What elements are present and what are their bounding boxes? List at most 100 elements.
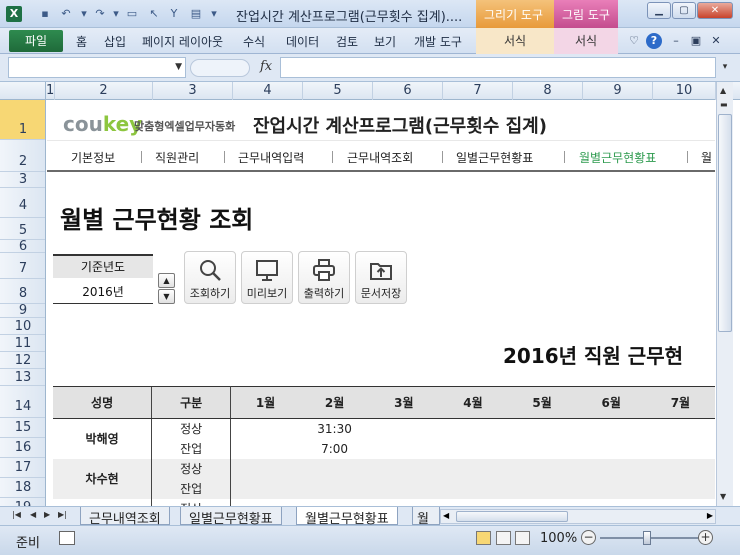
- zoom-level[interactable]: 100%: [540, 531, 577, 546]
- month-cell[interactable]: [299, 478, 370, 499]
- insert-function-icon[interactable]: fx: [260, 59, 272, 74]
- row-header[interactable]: 5: [0, 218, 45, 240]
- undo-dropdown-icon[interactable]: ▾: [76, 6, 92, 22]
- month-cell[interactable]: [299, 458, 370, 479]
- text-icon[interactable]: Y: [166, 6, 182, 22]
- zoom-in-button[interactable]: +: [698, 530, 713, 545]
- row-header[interactable]: 4: [0, 188, 45, 218]
- row-header[interactable]: 17: [0, 458, 45, 478]
- workbook-restore-icon[interactable]: ▣: [688, 33, 704, 49]
- month-cell[interactable]: [230, 498, 300, 506]
- month-cell[interactable]: [645, 438, 715, 459]
- preview-button[interactable]: 미리보기: [241, 251, 293, 304]
- split-handle[interactable]: ▬: [720, 100, 728, 109]
- column-header[interactable]: 10: [653, 82, 716, 100]
- nav-more[interactable]: 월: [701, 149, 712, 166]
- row-header[interactable]: 12: [0, 352, 45, 369]
- employee-name-cell[interactable]: 차수현: [53, 458, 152, 499]
- normal-view-icon[interactable]: [476, 531, 491, 545]
- tab-home[interactable]: 홈: [76, 33, 87, 50]
- sheet-tab-monthly-status[interactable]: 월별근무현황표: [296, 507, 398, 527]
- row-header[interactable]: 7: [0, 253, 45, 279]
- search-button[interactable]: 조회하기: [184, 251, 236, 304]
- tab-developer[interactable]: 개발 도구: [414, 33, 462, 50]
- nav-basic-info[interactable]: 기본정보: [71, 149, 115, 166]
- scroll-left-icon[interactable]: ◀: [443, 511, 449, 520]
- nav-monthly-status[interactable]: 월별근무현황표: [579, 149, 656, 166]
- month-cell[interactable]: [438, 478, 508, 499]
- row-header[interactable]: 16: [0, 438, 45, 458]
- row-header[interactable]: 8: [0, 279, 45, 304]
- row-header[interactable]: 19: [0, 498, 45, 506]
- horizontal-scrollbar[interactable]: ◀ ▶: [440, 509, 716, 524]
- row-header[interactable]: 6: [0, 240, 45, 253]
- month-cell[interactable]: [576, 458, 646, 479]
- row-header[interactable]: 3: [0, 172, 45, 188]
- tab-review[interactable]: 검토: [336, 33, 358, 50]
- vertical-scrollbar[interactable]: ▲ ▬ ▼: [716, 82, 733, 506]
- month-cell[interactable]: [645, 478, 715, 499]
- month-cell[interactable]: [507, 438, 577, 459]
- base-year-value[interactable]: 2016년: [53, 280, 153, 304]
- column-header[interactable]: 2: [55, 82, 153, 100]
- select-all-corner[interactable]: [0, 82, 46, 100]
- scroll-up-icon[interactable]: ▲: [720, 86, 726, 95]
- row-header[interactable]: 18: [0, 478, 45, 498]
- column-header[interactable]: 7: [443, 82, 513, 100]
- page-break-view-icon[interactable]: [515, 531, 530, 545]
- prev-sheet-icon[interactable]: ◀: [30, 510, 36, 519]
- tab-data[interactable]: 데이터: [286, 33, 319, 50]
- month-cell[interactable]: [507, 478, 577, 499]
- worksheet[interactable]: coukey 맞춤형엑셀업무자동화 잔업시간 계산프로그램(근무횟수 집계) 기…: [47, 100, 715, 506]
- tab-formulas[interactable]: 수식: [243, 33, 265, 50]
- vertical-scroll-thumb[interactable]: [718, 114, 732, 332]
- row-header[interactable]: 2: [0, 140, 45, 172]
- month-cell[interactable]: [230, 458, 300, 479]
- workbook-minimize-icon[interactable]: –: [668, 33, 684, 49]
- year-spin-up-button[interactable]: ▲: [158, 273, 175, 288]
- month-cell[interactable]: [369, 498, 439, 506]
- month-cell[interactable]: [230, 478, 300, 499]
- undo-icon[interactable]: ↶: [58, 6, 74, 22]
- month-cell[interactable]: [576, 498, 646, 506]
- employee-name-cell[interactable]: [53, 498, 152, 506]
- formula-expand-icon[interactable]: ▾: [718, 57, 732, 78]
- nav-work-entry[interactable]: 근무내역입력: [238, 149, 304, 166]
- tab-file[interactable]: 파일: [9, 30, 63, 52]
- nav-daily-status[interactable]: 일별근무현황표: [456, 149, 533, 166]
- sheet-tab-work-lookup[interactable]: 근무내역조회: [80, 507, 170, 527]
- month-cell[interactable]: [299, 498, 370, 506]
- type-cell[interactable]: 정상: [151, 498, 232, 506]
- month-cell[interactable]: [230, 438, 300, 459]
- month-cell[interactable]: [438, 498, 508, 506]
- formula-input[interactable]: [280, 57, 716, 78]
- tab-picture-format[interactable]: 서식: [554, 28, 618, 54]
- row-header[interactable]: 14: [0, 386, 45, 418]
- column-header[interactable]: 4: [233, 82, 303, 100]
- nav-work-lookup[interactable]: 근무내역조회: [347, 149, 413, 166]
- type-cell[interactable]: 잔업: [151, 438, 232, 459]
- month-cell[interactable]: [645, 418, 715, 439]
- row-header[interactable]: 10: [0, 318, 45, 335]
- row-header[interactable]: 9: [0, 304, 45, 318]
- tab-page-layout[interactable]: 페이지 레이아웃: [142, 33, 223, 50]
- month-cell[interactable]: [645, 458, 715, 479]
- tab-view[interactable]: 보기: [374, 33, 396, 50]
- first-sheet-icon[interactable]: |◀: [12, 510, 21, 519]
- page-layout-view-icon[interactable]: [496, 531, 511, 545]
- row-header[interactable]: 13: [0, 369, 45, 386]
- month-cell[interactable]: [507, 498, 577, 506]
- macro-record-icon[interactable]: [59, 531, 75, 545]
- month-cell[interactable]: [438, 438, 508, 459]
- redo-dropdown-icon[interactable]: ▾: [108, 6, 124, 22]
- print-button[interactable]: 출력하기: [298, 251, 350, 304]
- select-pointer-icon[interactable]: ↖: [146, 6, 162, 22]
- scroll-right-icon[interactable]: ▶: [707, 511, 713, 520]
- excel-app-icon[interactable]: X: [6, 6, 22, 22]
- employee-name-cell[interactable]: 박해영: [53, 418, 152, 459]
- row-header[interactable]: 1: [0, 100, 45, 140]
- zoom-out-button[interactable]: −: [581, 530, 596, 545]
- month-cell[interactable]: 7:00: [299, 438, 370, 459]
- month-cell[interactable]: [230, 418, 300, 439]
- month-cell[interactable]: [369, 418, 439, 439]
